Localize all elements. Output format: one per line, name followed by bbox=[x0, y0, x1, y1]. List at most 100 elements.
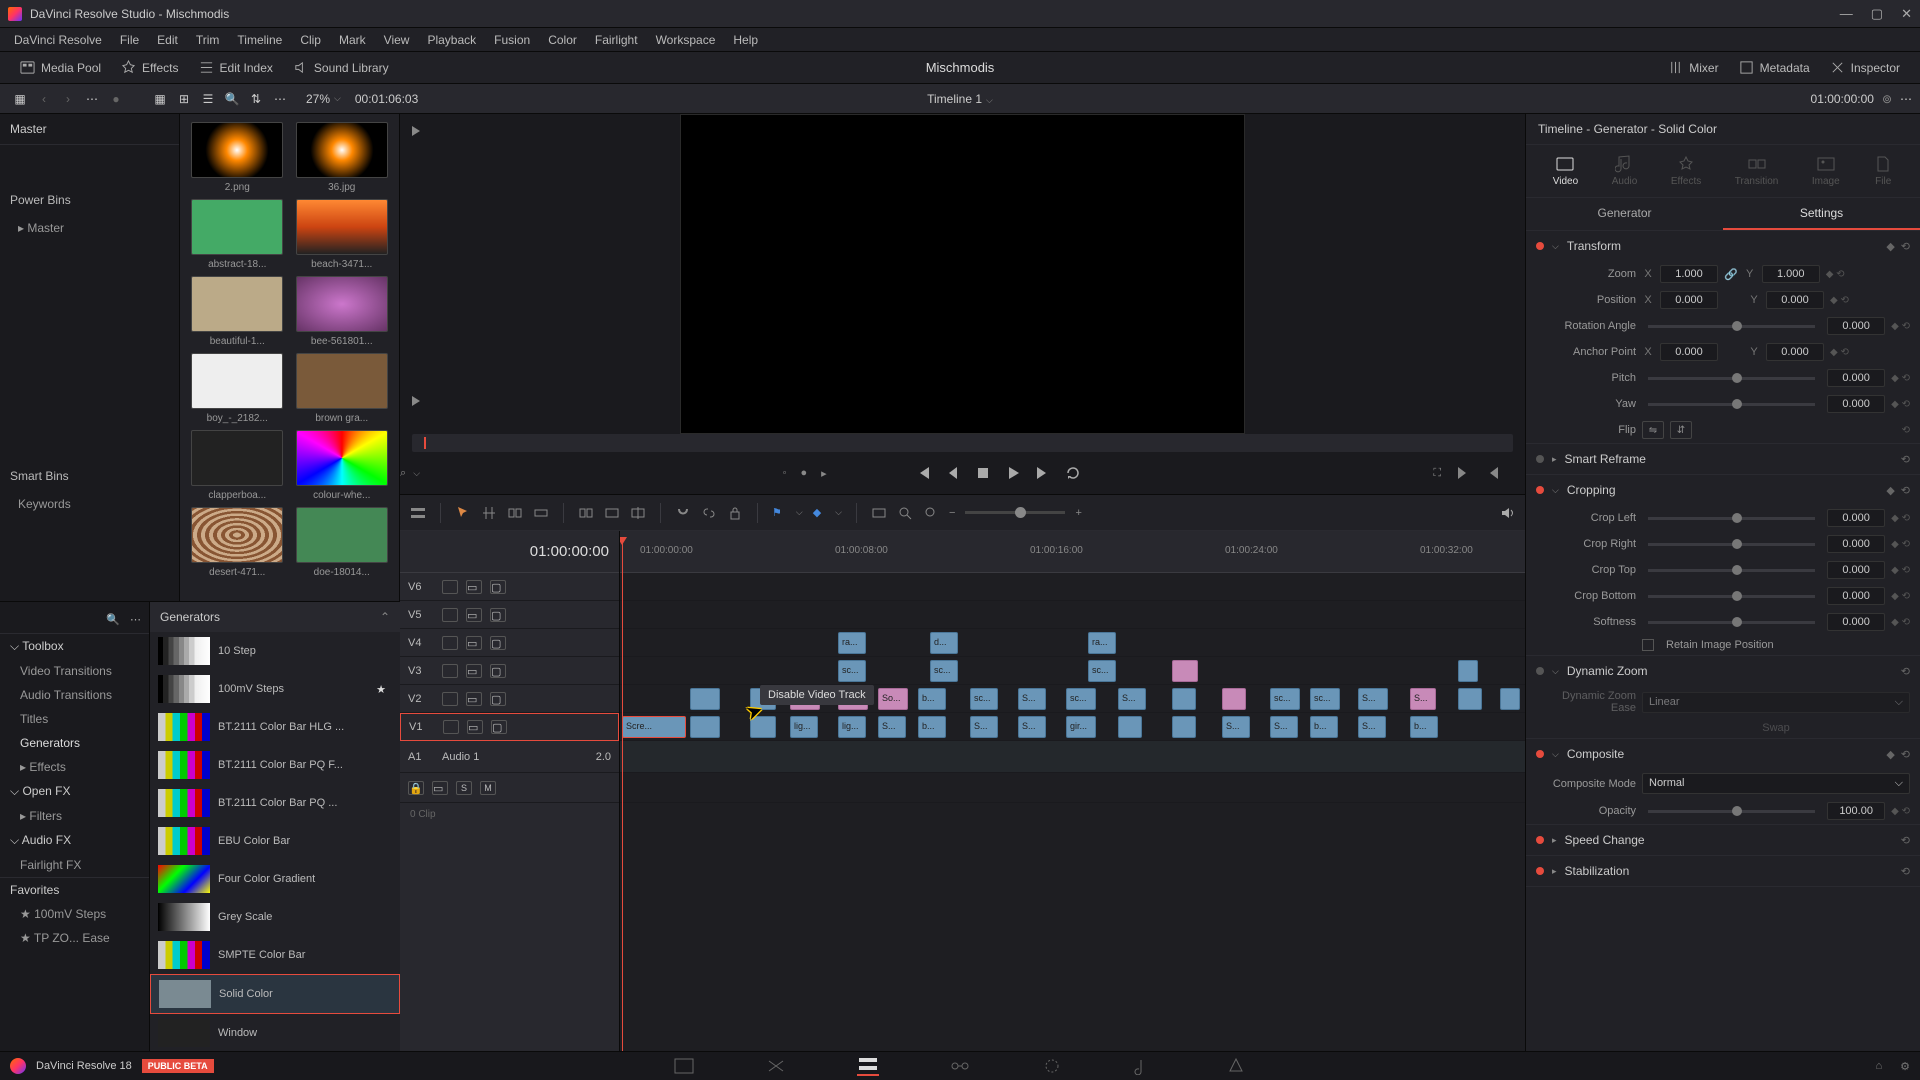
video-track-head[interactable]: V1▭▢ bbox=[400, 713, 619, 741]
menu-edit[interactable]: Edit bbox=[149, 31, 186, 49]
close-button[interactable]: ✕ bbox=[1901, 6, 1912, 22]
smart-bin-keywords[interactable]: Keywords bbox=[0, 491, 179, 517]
media-thumb[interactable] bbox=[191, 507, 283, 563]
timeline-clip[interactable]: S... bbox=[970, 716, 998, 738]
timeline-clip[interactable]: ra... bbox=[838, 632, 866, 654]
timeline-clip[interactable]: sc... bbox=[1310, 688, 1340, 710]
timeline-clip[interactable]: S... bbox=[1018, 688, 1046, 710]
crop-bottom-field[interactable] bbox=[1827, 587, 1885, 605]
crop-right-slider[interactable] bbox=[1648, 543, 1815, 546]
zoom-slider[interactable] bbox=[965, 511, 1065, 514]
anchor-y-field[interactable] bbox=[1766, 343, 1824, 361]
flip-h-button[interactable]: ⇋ bbox=[1642, 421, 1664, 439]
mute-icon[interactable] bbox=[1499, 505, 1515, 521]
go-start-icon[interactable] bbox=[1485, 465, 1501, 481]
timeline-clip[interactable]: Scre... bbox=[622, 716, 686, 738]
generator-item[interactable]: BT.2111 Color Bar PQ F... bbox=[150, 746, 400, 784]
timeline-clip[interactable]: ra... bbox=[1088, 632, 1116, 654]
tab-file[interactable]: File bbox=[1865, 151, 1901, 191]
menu-playback[interactable]: Playback bbox=[419, 31, 484, 49]
menu-fusion[interactable]: Fusion bbox=[486, 31, 538, 49]
mark-icon[interactable]: ● bbox=[801, 467, 808, 479]
generator-item[interactable]: Four Color Gradient bbox=[150, 860, 400, 898]
media-thumb[interactable] bbox=[191, 199, 283, 255]
options-icon[interactable]: ⋯ bbox=[82, 89, 102, 109]
media-thumb[interactable] bbox=[191, 276, 283, 332]
section-cropping[interactable]: ⌵Cropping◆⟲ bbox=[1526, 475, 1920, 505]
tree-audio-transitions[interactable]: Audio Transitions bbox=[0, 683, 149, 707]
metadata-toggle[interactable]: Metadata bbox=[1729, 56, 1820, 79]
timeline-clip[interactable] bbox=[1172, 716, 1196, 738]
crop-right-field[interactable] bbox=[1827, 535, 1885, 553]
generator-item[interactable]: Grey Scale bbox=[150, 898, 400, 936]
section-smart-reframe[interactable]: ▸Smart Reframe⟲ bbox=[1526, 444, 1920, 474]
menu-fairlight[interactable]: Fairlight bbox=[587, 31, 646, 49]
disable-track-icon[interactable]: ▢ bbox=[490, 664, 506, 678]
generator-item[interactable]: 10 Step bbox=[150, 632, 400, 670]
menu-color[interactable]: Color bbox=[540, 31, 585, 49]
insert-icon[interactable] bbox=[578, 505, 594, 521]
timeline-clip[interactable] bbox=[1222, 688, 1246, 710]
smart-bins-header[interactable]: Smart Bins bbox=[0, 461, 179, 491]
menu-resolve[interactable]: DaVinci Resolve bbox=[6, 31, 110, 49]
lock-icon[interactable] bbox=[443, 720, 459, 734]
pitch-slider[interactable] bbox=[1648, 377, 1815, 380]
subtab-settings[interactable]: Settings bbox=[1723, 198, 1920, 230]
zoom-x-field[interactable] bbox=[1660, 265, 1718, 283]
pos-y-field[interactable] bbox=[1766, 291, 1824, 309]
timeline-clip[interactable]: b... bbox=[918, 688, 946, 710]
auto-select-icon[interactable]: ▭ bbox=[466, 580, 482, 594]
timeline-clip[interactable] bbox=[1500, 688, 1520, 710]
timeline-name[interactable]: Timeline 1⌵ bbox=[927, 92, 993, 106]
openfx-header[interactable]: ⌵ Open FX bbox=[0, 779, 149, 804]
gear-icon[interactable]: ⊚ bbox=[1882, 92, 1892, 106]
page-color[interactable] bbox=[1041, 1056, 1063, 1076]
tab-video[interactable]: Video bbox=[1545, 151, 1586, 191]
zoom-in-icon[interactable]: + bbox=[1075, 507, 1081, 519]
stop-icon[interactable] bbox=[975, 465, 991, 481]
go-end-icon[interactable] bbox=[1455, 465, 1471, 481]
generator-item[interactable]: 100mV Steps★ bbox=[150, 670, 400, 708]
more-icon[interactable]: ⋯ bbox=[270, 89, 290, 109]
chevron-left-icon[interactable]: ‹ bbox=[34, 89, 54, 109]
timeline-clip[interactable]: sc... bbox=[1066, 688, 1096, 710]
subtab-generator[interactable]: Generator bbox=[1526, 198, 1723, 230]
section-transform[interactable]: ⌵Transform◆⟲ bbox=[1526, 231, 1920, 261]
menu-help[interactable]: Help bbox=[725, 31, 766, 49]
timeline-clip[interactable] bbox=[1172, 688, 1196, 710]
disable-track-icon[interactable]: ▢ bbox=[490, 580, 506, 594]
media-item[interactable]: colour-whe... bbox=[293, 430, 392, 501]
generator-item[interactable]: BT.2111 Color Bar HLG ... bbox=[150, 708, 400, 746]
timeline-clip[interactable]: sc... bbox=[1088, 660, 1116, 682]
generator-item[interactable]: Solid Color bbox=[150, 974, 400, 1014]
prev-frame-icon[interactable] bbox=[945, 465, 961, 481]
timeline-clip[interactable]: S... bbox=[1358, 688, 1388, 710]
media-item[interactable]: beach-3471... bbox=[293, 199, 392, 270]
media-item[interactable]: abstract-18... bbox=[188, 199, 287, 270]
selection-tool-icon[interactable] bbox=[455, 505, 471, 521]
chevron-right-icon[interactable]: › bbox=[58, 89, 78, 109]
menu-trim[interactable]: Trim bbox=[188, 31, 228, 49]
auto-select-icon[interactable]: ▭ bbox=[466, 608, 482, 622]
blade-tool-icon[interactable] bbox=[533, 505, 549, 521]
yaw-field[interactable] bbox=[1827, 395, 1885, 413]
tree-video-transitions[interactable]: Video Transitions bbox=[0, 659, 149, 683]
crop-top-field[interactable] bbox=[1827, 561, 1885, 579]
auto-select-icon[interactable]: ▭ bbox=[467, 720, 483, 734]
fav-tpzo[interactable]: ★ TP ZO... Ease bbox=[0, 926, 149, 950]
zoom-custom-icon[interactable] bbox=[923, 505, 939, 521]
track-lanes[interactable]: 01:00:00:0001:00:08:0001:00:16:0001:00:2… bbox=[620, 531, 1525, 1051]
viewer-canvas[interactable] bbox=[680, 114, 1245, 434]
io-in-icon[interactable] bbox=[410, 124, 424, 138]
flag-icon[interactable]: ⚑ bbox=[772, 506, 782, 519]
playhead[interactable] bbox=[622, 539, 623, 1051]
dynamic-trim-icon[interactable] bbox=[507, 505, 523, 521]
bin-master[interactable]: Master bbox=[0, 114, 179, 145]
menu-mark[interactable]: Mark bbox=[331, 31, 374, 49]
media-item[interactable]: desert-471... bbox=[188, 507, 287, 578]
anchor-x-field[interactable] bbox=[1660, 343, 1718, 361]
power-bins-header[interactable]: Power Bins bbox=[0, 185, 179, 215]
video-track-head[interactable]: V5▭▢ bbox=[400, 601, 619, 629]
media-item[interactable]: clapperboa... bbox=[188, 430, 287, 501]
grid-view-icon[interactable]: ⊞ bbox=[174, 89, 194, 109]
